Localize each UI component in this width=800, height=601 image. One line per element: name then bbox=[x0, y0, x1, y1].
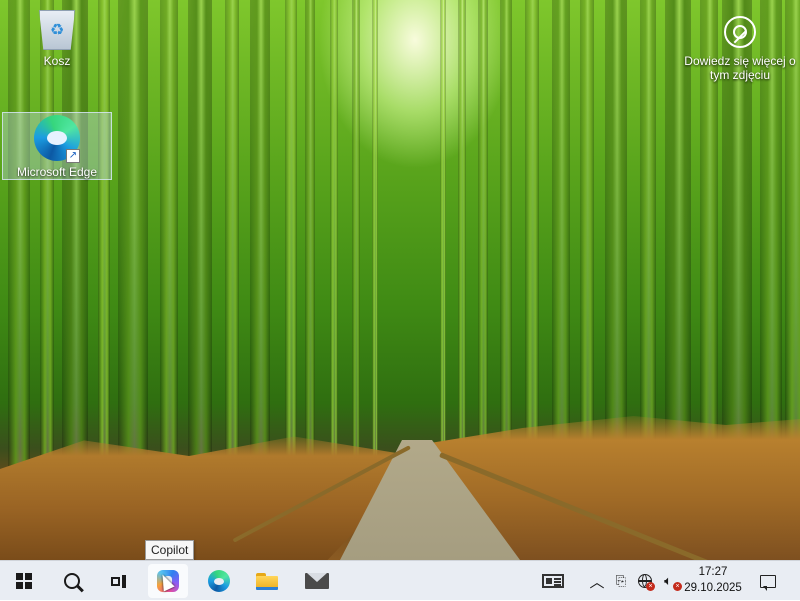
mail-button[interactable] bbox=[297, 564, 337, 598]
widgets-icon bbox=[542, 574, 564, 588]
learn-more-icon bbox=[724, 16, 756, 48]
notifications-button[interactable] bbox=[756, 561, 780, 601]
desktop-icon-label: Microsoft Edge bbox=[16, 165, 98, 179]
bamboo-stalk bbox=[458, 0, 466, 480]
task-view-button[interactable] bbox=[99, 564, 139, 598]
bamboo-stalk bbox=[118, 0, 148, 480]
desktop-icon-recycle-bin[interactable]: Kosz bbox=[2, 8, 112, 68]
desktop-icon-label: Kosz bbox=[43, 54, 71, 68]
search-icon bbox=[64, 573, 80, 589]
windows-icon bbox=[16, 573, 32, 589]
edge-taskbar-button[interactable] bbox=[199, 564, 239, 598]
clock-date: 29.10.2025 bbox=[684, 582, 742, 594]
bamboo-stalk bbox=[285, 0, 297, 480]
network-button[interactable]: × bbox=[636, 561, 655, 601]
meet-icon: ⎘ bbox=[615, 573, 627, 588]
bamboo-stalk bbox=[640, 0, 656, 480]
speaker-icon: 🔈︎ bbox=[664, 573, 672, 588]
chevron-up-icon: ︿ bbox=[589, 573, 605, 591]
bamboo-stalk bbox=[40, 0, 54, 480]
show-hidden-icons-button[interactable]: ︿ bbox=[588, 561, 606, 601]
bamboo-stalk bbox=[580, 0, 594, 480]
widgets-button[interactable] bbox=[540, 561, 566, 601]
bamboo-stalk bbox=[330, 0, 338, 480]
bamboo-stalk bbox=[225, 0, 239, 480]
taskbar: ︿ ⎘ × 🔈︎ × 17:27 29.10.2025 bbox=[0, 560, 800, 600]
network-error-badge: × bbox=[646, 582, 655, 591]
bamboo-stalk bbox=[188, 0, 212, 480]
learn-more-about-picture[interactable]: Dowiedz się więcej o tym zdjęciu bbox=[680, 10, 800, 82]
task-view-icon bbox=[111, 574, 127, 588]
desktop-icon-microsoft-edge[interactable]: ↗ Microsoft Edge bbox=[2, 112, 112, 180]
bamboo-stalk bbox=[552, 0, 570, 480]
bamboo-stalk bbox=[98, 0, 110, 480]
bamboo-stalk bbox=[500, 0, 512, 480]
notification-icon bbox=[760, 574, 776, 591]
volume-button[interactable]: 🔈︎ × bbox=[658, 561, 683, 601]
start-button[interactable] bbox=[4, 564, 44, 598]
bamboo-stalk bbox=[8, 0, 30, 480]
clock[interactable]: 17:27 29.10.2025 bbox=[680, 564, 746, 596]
edge-icon bbox=[208, 570, 230, 592]
desktop-wallpaper bbox=[0, 0, 800, 560]
bamboo-stalk bbox=[372, 0, 378, 480]
bamboo-stalk bbox=[62, 0, 88, 480]
bamboo-stalk bbox=[305, 0, 315, 480]
bamboo-stalk bbox=[352, 0, 360, 480]
search-button[interactable] bbox=[52, 564, 92, 598]
learn-more-label: Dowiedz się więcej o tym zdjęciu bbox=[684, 54, 796, 82]
bamboo-stalk bbox=[525, 0, 539, 480]
bamboo-stalk bbox=[605, 0, 627, 480]
bamboo-stalk bbox=[250, 0, 270, 480]
file-explorer-button[interactable] bbox=[247, 564, 287, 598]
meet-now-button[interactable]: ⎘ bbox=[612, 561, 630, 601]
bamboo-stalk bbox=[478, 0, 488, 480]
clock-time: 17:27 bbox=[698, 566, 728, 578]
bamboo-stalk bbox=[160, 0, 178, 480]
shortcut-arrow-icon: ↗ bbox=[66, 149, 80, 163]
bamboo-stalk bbox=[440, 0, 446, 480]
recycle-bin-icon bbox=[39, 10, 75, 50]
mail-icon bbox=[305, 573, 329, 589]
copilot-tooltip: Copilot bbox=[145, 540, 195, 560]
folder-icon bbox=[256, 572, 278, 590]
